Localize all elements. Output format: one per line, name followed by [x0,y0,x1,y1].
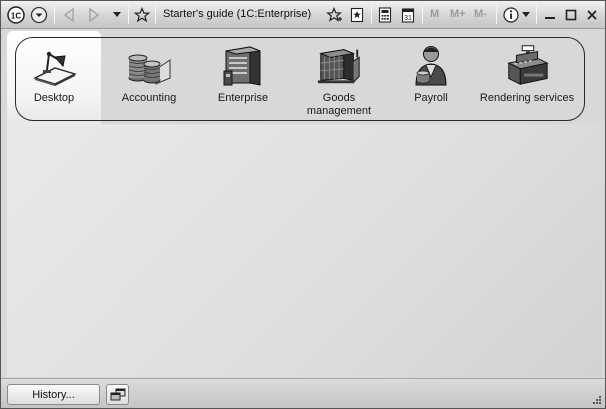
favorites-icon[interactable] [325,5,345,25]
bookmark-icon[interactable] [347,5,367,25]
maximize-icon[interactable] [562,5,580,25]
info-icon[interactable] [501,5,521,25]
app-logo-icon[interactable]: 1C [6,5,26,25]
favorite-star-icon[interactable] [132,5,152,25]
windows-button[interactable] [106,384,129,405]
toolbar-separator [371,6,372,24]
close-icon[interactable] [583,5,601,25]
sections-highlight-frame [15,37,585,121]
toolbar-separator [422,6,423,24]
info-dropdown-icon[interactable] [520,5,532,25]
toolbar-separator [128,6,129,24]
main-window: 1C Starter's guide (1C:Enterprise) 31 M … [0,0,606,409]
toolbar-separator [54,6,55,24]
memory-store-button[interactable]: M [430,8,439,20]
calendar-icon[interactable]: 31 [398,5,418,25]
window-title: Starter's guide (1C:Enterprise) [163,8,312,20]
calculator-icon[interactable] [375,5,395,25]
history-dropdown-icon[interactable] [109,5,125,25]
work-area [7,124,601,377]
toolbar-separator [155,6,156,24]
forward-icon[interactable] [85,5,103,25]
minimize-icon[interactable] [541,5,559,25]
toolbar-separator [536,6,537,24]
status-bar: History... [1,378,605,408]
memory-add-button[interactable]: M+ [450,8,466,20]
windows-icon [110,388,125,400]
main-menu-icon[interactable] [29,5,49,25]
toolbar-separator [496,6,497,24]
svg-text:31: 31 [404,15,412,22]
svg-text:1C: 1C [11,12,21,21]
back-icon[interactable] [60,5,78,25]
memory-subtract-button[interactable]: M- [474,8,487,20]
title-bar: 1C Starter's guide (1C:Enterprise) 31 M … [1,1,605,29]
resize-grip-icon[interactable] [592,395,602,405]
history-button[interactable]: History... [7,384,100,405]
sections-panel: Desktop Accounting Enterprise Goods mana… [7,31,601,124]
